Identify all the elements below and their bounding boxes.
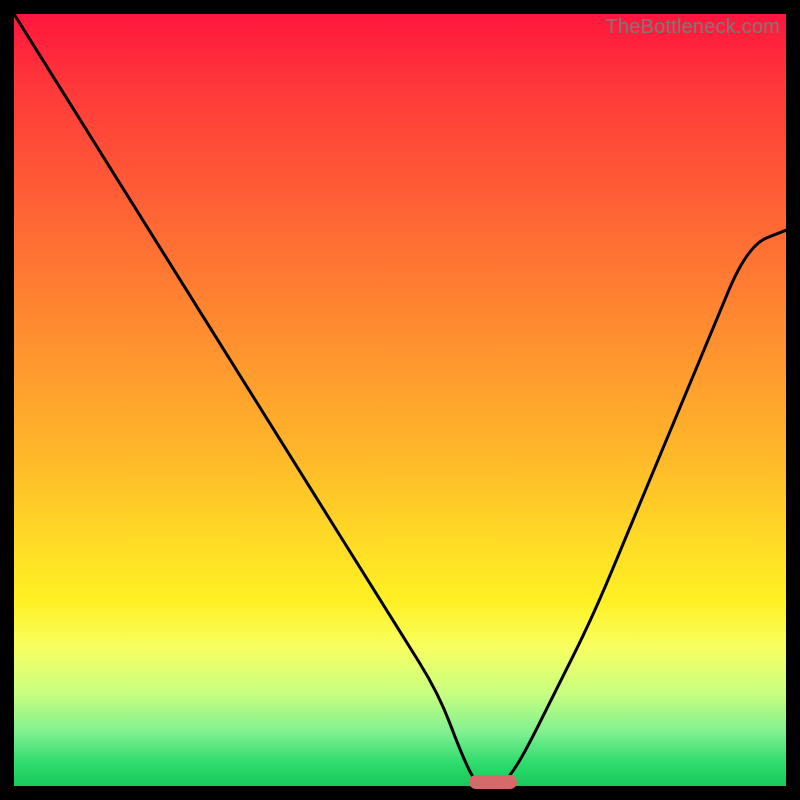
bottleneck-curve (14, 14, 786, 786)
plot-area: TheBottleneck.com (14, 14, 786, 786)
chart-frame: TheBottleneck.com (0, 0, 800, 800)
minimum-marker (469, 775, 517, 789)
